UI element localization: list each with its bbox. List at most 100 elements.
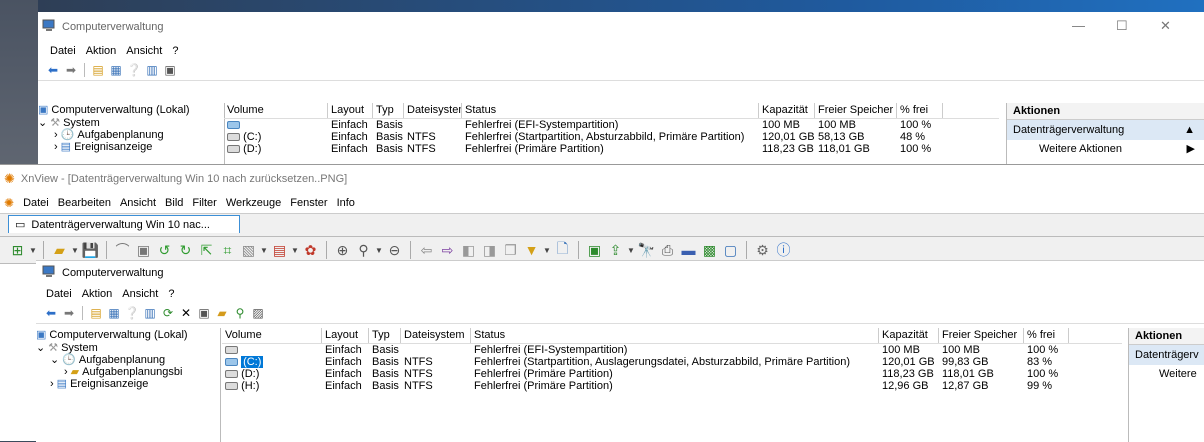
print-icon[interactable]: ⎙ [658, 241, 677, 260]
chevron-right-icon[interactable]: › [54, 141, 58, 153]
menu-ansicht[interactable]: Ansicht [126, 45, 162, 57]
fit-window-icon[interactable]: ▣ [585, 241, 604, 260]
event-viewer-icon: ▤ [60, 141, 72, 153]
column-prozent-frei[interactable]: % frei [897, 103, 943, 118]
actions-datentraegerverwaltung[interactable]: Datenträgerverwaltung ▲ [1007, 120, 1204, 140]
navigation-tree: ▣ Computerverwaltung (Lokal) ⌄ ⚒ System › 🕒 A… [38, 103, 225, 164]
image-tab[interactable]: ▭ Datenträgerverwaltung Win 10 nac... [8, 215, 240, 233]
tree-item-system[interactable]: ⌄ ⚒ System [38, 117, 224, 129]
wallpaper-icon[interactable]: ▢ [721, 241, 740, 260]
next-icon[interactable]: ⇨ [438, 241, 457, 260]
tools-icon: ⚒ [48, 342, 59, 354]
zoom-icon[interactable]: ⚲ [354, 241, 373, 260]
rotate-right-icon[interactable]: ↻ [176, 241, 195, 260]
help-icon[interactable]: ❔ [127, 63, 142, 77]
last-page-icon[interactable]: ◨ [480, 241, 499, 260]
show-hide-action-icon[interactable]: ▥ [145, 63, 159, 77]
page-icon[interactable]: ❐ [501, 241, 520, 260]
resize-icon[interactable]: ⇱ [197, 241, 216, 260]
chevron-down-icon[interactable]: ⌄ [38, 117, 47, 129]
properties-icon[interactable]: 🗋 [553, 240, 572, 260]
tree-item-aufgabenplanung[interactable]: › 🕒 Aufgabenplanung [38, 129, 224, 141]
minimize-button[interactable]: — [1072, 18, 1085, 33]
adjust-icon[interactable]: ▧ [239, 241, 258, 260]
tree-item-ereignisanzeige: › ▤ Ereignisanzeige [50, 378, 149, 390]
info-icon[interactable]: ⓘ [774, 241, 793, 260]
back-arrow-icon[interactable]: ⬅ [46, 63, 60, 77]
up-folder-icon[interactable]: ▤ [91, 63, 105, 77]
menu-filter[interactable]: Filter [192, 197, 216, 209]
fullscreen-icon[interactable]: ▣ [134, 241, 153, 260]
close-button[interactable]: ✕ [1160, 18, 1171, 34]
open-folder-icon[interactable]: ▰ [50, 241, 69, 260]
actions-weitere[interactable]: Weitere Aktionen ▶ [1007, 140, 1204, 158]
previous-icon[interactable]: ⇦ [417, 241, 436, 260]
image-canvas: Computerverwaltung Datei Aktion Ansicht … [36, 260, 1204, 442]
menu-datei[interactable]: Datei [50, 45, 76, 57]
settings-gear-icon[interactable]: ⚙ [753, 241, 772, 260]
zoom-out-icon[interactable]: ⊖ [385, 241, 404, 260]
drive-icon [227, 121, 240, 130]
menu-bearbeiten[interactable]: Bearbeiten [58, 197, 111, 209]
forward-arrow-icon[interactable]: ➡ [64, 63, 78, 77]
column-typ: Typ [369, 328, 401, 343]
menu-fenster[interactable]: Fenster [290, 197, 327, 209]
show-hide-tree-icon[interactable]: ▦ [109, 63, 123, 77]
menu-help[interactable]: ? [172, 45, 178, 57]
column-typ[interactable]: Typ [373, 103, 404, 118]
dropdown-arrow-icon[interactable]: ▼ [375, 241, 383, 260]
menu-ansicht[interactable]: Ansicht [120, 197, 156, 209]
show-hide-tree-icon: ▦ [108, 306, 120, 320]
column-status[interactable]: Status [462, 103, 759, 118]
clock-icon: 🕒 [60, 129, 75, 141]
slideshow-icon[interactable]: ▼ [522, 241, 541, 260]
export-icon[interactable]: ⇪ [606, 241, 625, 260]
tree-item-ereignisanzeige[interactable]: › ▤ Ereignisanzeige [38, 141, 224, 153]
binoculars-icon[interactable]: 🔭 [637, 241, 656, 260]
column-volume[interactable]: Volume [224, 103, 328, 118]
dropdown-arrow-icon[interactable]: ▼ [260, 241, 268, 260]
table-row[interactable]: Einfach Basis Fehlerfrei (EFI-Systempart… [224, 119, 999, 131]
crop-icon[interactable]: ⌗ [218, 241, 237, 260]
color-palette-icon[interactable]: ▤ [270, 241, 289, 260]
zoom-in-icon[interactable]: ⊕ [333, 241, 352, 260]
dropdown-arrow-icon[interactable]: ▼ [627, 241, 635, 260]
column-layout[interactable]: Layout [328, 103, 373, 118]
dropdown-arrow-icon[interactable]: ▼ [29, 241, 37, 260]
properties-icon[interactable]: ▣ [163, 63, 177, 77]
gallery-icon[interactable]: ▩ [700, 241, 719, 260]
menu-info[interactable]: Info [337, 197, 355, 209]
tree-item-root[interactable]: ▣ Computerverwaltung (Lokal) [38, 103, 224, 117]
window-icon: ▭ [15, 219, 26, 231]
acquire-icon[interactable]: ⌒ [113, 241, 132, 260]
dropdown-arrow-icon[interactable]: ▼ [291, 241, 299, 260]
column-volume: Volume [222, 328, 322, 343]
xnview-menu-icon[interactable]: ✺ [4, 196, 14, 210]
xnview-window: ✺ XnView - [Datenträgerverwaltung Win 10… [0, 164, 1204, 442]
column-kapazitaet[interactable]: Kapazität [759, 103, 815, 118]
rotate-left-icon[interactable]: ↺ [155, 241, 174, 260]
table-row[interactable]: (D:) Einfach Basis NTFS Fehlerfrei (Prim… [224, 143, 999, 155]
scanner-icon[interactable]: ▬ [679, 241, 698, 260]
dropdown-arrow-icon[interactable]: ▼ [543, 241, 551, 260]
column-dateisystem: Dateisystem [401, 328, 471, 343]
browser-icon[interactable]: ⊞ [8, 241, 27, 260]
column-freier-speicher[interactable]: Freier Speicher [815, 103, 897, 118]
xnview-menu-bar: ✺ Datei Bearbeiten Ansicht Bild Filter W… [0, 193, 1204, 213]
chevron-down-icon: ⌄ [36, 342, 46, 354]
first-page-icon[interactable]: ◧ [459, 241, 478, 260]
dropdown-arrow-icon[interactable]: ▼ [71, 241, 79, 260]
column-dateisystem[interactable]: Dateisystem [404, 103, 462, 118]
computer-icon: ▣ [36, 329, 47, 341]
red-eye-icon[interactable]: ✿ [301, 241, 320, 260]
chevron-right-icon[interactable]: › [54, 129, 58, 141]
menu-datei[interactable]: Datei [23, 197, 49, 209]
maximize-button[interactable]: ☐ [1116, 18, 1128, 34]
menu-werkzeuge[interactable]: Werkzeuge [226, 197, 281, 209]
toolbar: ⬅ ➡ ▤ ▦ ❔ ▥ ▣ [38, 60, 1204, 81]
menu-aktion[interactable]: Aktion [86, 45, 117, 57]
menu-bild[interactable]: Bild [165, 197, 183, 209]
inner-menu-bar: Datei Aktion Ansicht ? [36, 285, 1204, 303]
table-row[interactable]: (C:) Einfach Basis NTFS Fehlerfrei (Star… [224, 131, 999, 143]
save-icon[interactable]: 💾 [81, 241, 100, 260]
